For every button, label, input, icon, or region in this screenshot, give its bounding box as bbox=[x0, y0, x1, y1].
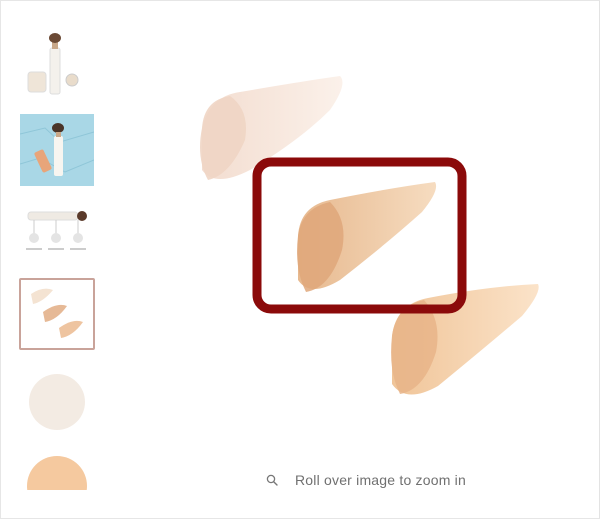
thumbnail-product-brush-kit[interactable] bbox=[20, 30, 94, 102]
thumbnail-peach-circle[interactable] bbox=[20, 450, 94, 490]
search-icon bbox=[266, 474, 278, 486]
thumbnail-shade-diagram[interactable] bbox=[20, 198, 94, 270]
thumbnail-product-on-blue[interactable] bbox=[20, 114, 94, 186]
swatch-medium bbox=[297, 182, 437, 292]
zoom-hint: Roll over image to zoom in bbox=[266, 472, 466, 488]
main-product-image[interactable] bbox=[170, 40, 570, 440]
zoom-hint-text: Roll over image to zoom in bbox=[295, 472, 466, 488]
thumbnail-swatches[interactable] bbox=[19, 278, 95, 350]
thumbnail-ivory-circle[interactable] bbox=[20, 366, 94, 438]
